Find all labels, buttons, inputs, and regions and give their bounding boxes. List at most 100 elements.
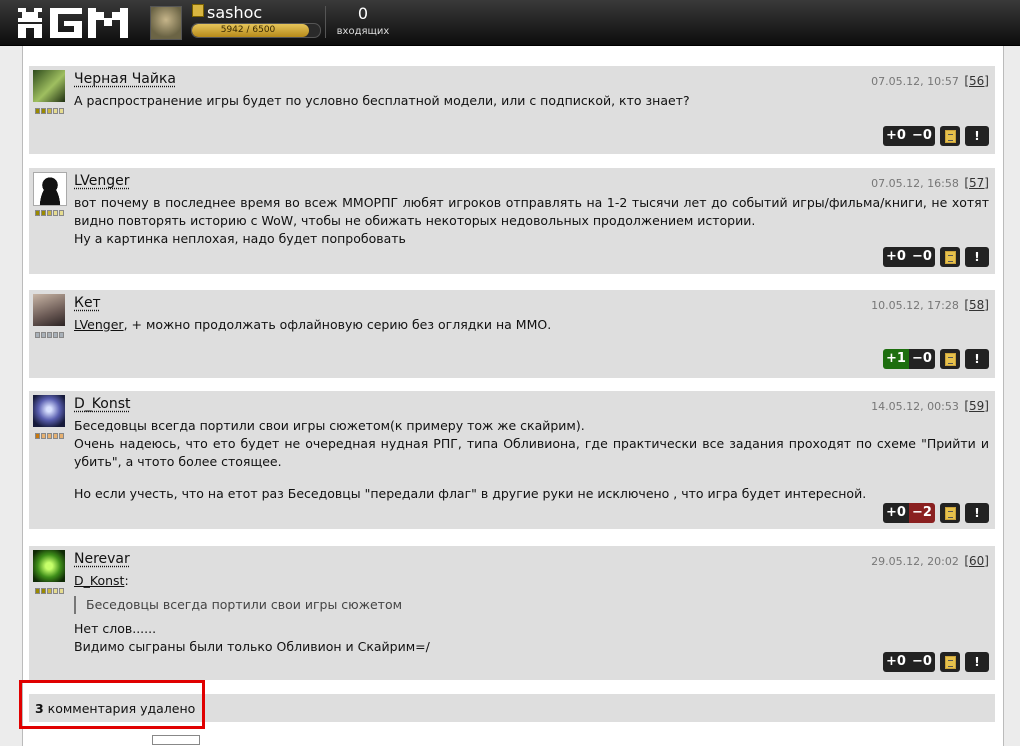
quote-icon xyxy=(944,352,956,366)
comment-quote: Беседовцы всегда портили свои игры сюжет… xyxy=(74,596,989,614)
comment-avatar[interactable] xyxy=(33,550,65,582)
experience-bar: 5942 / 6500 xyxy=(191,23,321,38)
comment-author[interactable]: Кет xyxy=(74,295,101,311)
comment-line: Нет слов...... xyxy=(74,621,157,636)
comment-date: 07.05.12, 16:58 xyxy=(871,177,959,190)
comment-actions: +0 −0 ! xyxy=(883,652,989,672)
rank-indicator xyxy=(35,433,64,439)
quote-icon xyxy=(944,250,956,264)
reply-to-link[interactable]: LVenger xyxy=(74,317,124,332)
quote-button[interactable] xyxy=(940,126,960,146)
comment-number-link[interactable]: [56] xyxy=(964,74,989,88)
vote-widget: +1 −0 xyxy=(883,349,935,369)
comment-body: Беседовцы всегда портили свои игры сюжет… xyxy=(74,417,989,503)
comment-line-text: , + можно продолжать офлайновую серию бе… xyxy=(123,317,552,332)
vote-widget: +0 −0 xyxy=(883,126,935,146)
quote-button[interactable] xyxy=(940,652,960,672)
comment-body: D_Konst: Беседовцы всегда портили свои и… xyxy=(74,572,989,656)
vote-minus-button[interactable]: −0 xyxy=(909,652,935,672)
comment-meta: 07.05.12, 10:57 [56] xyxy=(871,74,989,88)
comment-author[interactable]: LVenger xyxy=(74,173,130,189)
quote-icon xyxy=(944,129,956,143)
vote-plus-button[interactable]: +0 xyxy=(883,126,909,146)
comment-date: 10.05.12, 17:28 xyxy=(871,299,959,312)
vote-widget: +0 −0 xyxy=(883,247,935,267)
page-input[interactable] xyxy=(152,735,200,745)
rank-indicator xyxy=(35,332,64,338)
comment-line: Видимо сыграны были только Обливион и Ск… xyxy=(74,639,430,654)
vote-plus-button[interactable]: +0 xyxy=(883,247,909,267)
comment-number-link[interactable]: [59] xyxy=(964,399,989,413)
comment: D_Konst 14.05.12, 00:53 [59] Беседовцы в… xyxy=(29,391,995,529)
user-avatar[interactable] xyxy=(150,6,182,40)
quote-icon xyxy=(944,506,956,520)
comment-line: Но если учесть, что на етот раз Беседовц… xyxy=(74,486,867,501)
top-bar: sashoc 5942 / 6500 0 входящих xyxy=(0,0,1020,46)
site-logo[interactable] xyxy=(18,6,128,40)
comment-actions: +0 −0 ! xyxy=(883,126,989,146)
report-button[interactable]: ! xyxy=(965,652,989,672)
report-button[interactable]: ! xyxy=(965,247,989,267)
comment-avatar[interactable] xyxy=(33,70,65,102)
vote-minus-button[interactable]: −0 xyxy=(909,349,935,369)
comment-line: Очень надеюсь, что ето будет не очередна… xyxy=(74,436,989,469)
username[interactable]: sashoc xyxy=(192,3,262,22)
quote-button[interactable] xyxy=(940,503,960,523)
comment-author[interactable]: D_Konst xyxy=(74,396,131,412)
divider xyxy=(325,6,326,38)
incoming-label[interactable]: входящих xyxy=(335,26,391,37)
highlight-box xyxy=(19,680,205,729)
comment-avatar[interactable] xyxy=(33,172,67,206)
vote-widget: +0 −2 xyxy=(883,503,935,523)
rank-indicator xyxy=(35,210,64,216)
comment-line: А распространение игры будет по условно … xyxy=(74,93,690,108)
comment-line: Беседовцы всегда портили свои игры сюжет… xyxy=(74,418,585,433)
comment-date: 29.05.12, 20:02 xyxy=(871,555,959,568)
comment: Кет 10.05.12, 17:28 [58] LVenger, + можн… xyxy=(29,290,995,378)
comment-actions: +0 −0 ! xyxy=(883,247,989,267)
incoming-count[interactable]: 0 xyxy=(335,4,391,23)
rank-indicator xyxy=(35,108,64,114)
comment-meta: 07.05.12, 16:58 [57] xyxy=(871,176,989,190)
comment-number-link[interactable]: [58] xyxy=(964,298,989,312)
vote-widget: +0 −0 xyxy=(883,652,935,672)
comment-actions: +1 −0 ! xyxy=(883,349,989,369)
comment-avatar[interactable] xyxy=(33,294,65,326)
report-button[interactable]: ! xyxy=(965,349,989,369)
comment-author[interactable]: Nerevar xyxy=(74,551,130,567)
vote-minus-button[interactable]: −0 xyxy=(909,126,935,146)
quote-button[interactable] xyxy=(940,349,960,369)
comment-date: 07.05.12, 10:57 xyxy=(871,75,959,88)
comment: Nerevar 29.05.12, 20:02 [60] D_Konst: Бе… xyxy=(29,546,995,680)
comment-number-link[interactable]: [60] xyxy=(964,554,989,568)
vote-plus-button[interactable]: +0 xyxy=(883,503,909,523)
comment-actions: +0 −2 ! xyxy=(883,503,989,523)
vote-plus-button[interactable]: +0 xyxy=(883,652,909,672)
comment-spacer xyxy=(74,471,989,485)
report-button[interactable]: ! xyxy=(965,503,989,523)
comment-meta: 10.05.12, 17:28 [58] xyxy=(871,298,989,312)
quote-button[interactable] xyxy=(940,247,960,267)
comments-section: Черная Чайка 07.05.12, 10:57 [56] А расп… xyxy=(22,46,1004,746)
comment-number-link[interactable]: [57] xyxy=(964,176,989,190)
comment-body: вот почему в последнее время во всеж ММО… xyxy=(74,194,989,248)
comment-body: LVenger, + можно продолжать офлайновую с… xyxy=(74,316,989,334)
comment-avatar[interactable] xyxy=(33,395,65,427)
comment-meta: 14.05.12, 00:53 [59] xyxy=(871,399,989,413)
experience-text: 5942 / 6500 xyxy=(220,25,276,35)
comment-line: D_Konst: xyxy=(74,573,129,588)
comment-author[interactable]: Черная Чайка xyxy=(74,71,176,87)
report-button[interactable]: ! xyxy=(965,126,989,146)
comment: LVenger 07.05.12, 16:58 [57] вот почему … xyxy=(29,168,995,274)
vote-minus-button[interactable]: −0 xyxy=(909,247,935,267)
quote-icon xyxy=(944,655,956,669)
comment-line: Ну а картинка неплохая, надо будет попро… xyxy=(74,231,406,246)
rank-indicator xyxy=(35,588,64,594)
vote-plus-button[interactable]: +1 xyxy=(883,349,909,369)
reply-to-link[interactable]: D_Konst xyxy=(74,573,124,588)
level-icon xyxy=(192,4,204,17)
vote-minus-button[interactable]: −2 xyxy=(909,503,935,523)
comment-date: 14.05.12, 00:53 xyxy=(871,400,959,413)
username-text[interactable]: sashoc xyxy=(207,3,262,22)
comment-line: вот почему в последнее время во всеж ММО… xyxy=(74,195,989,228)
